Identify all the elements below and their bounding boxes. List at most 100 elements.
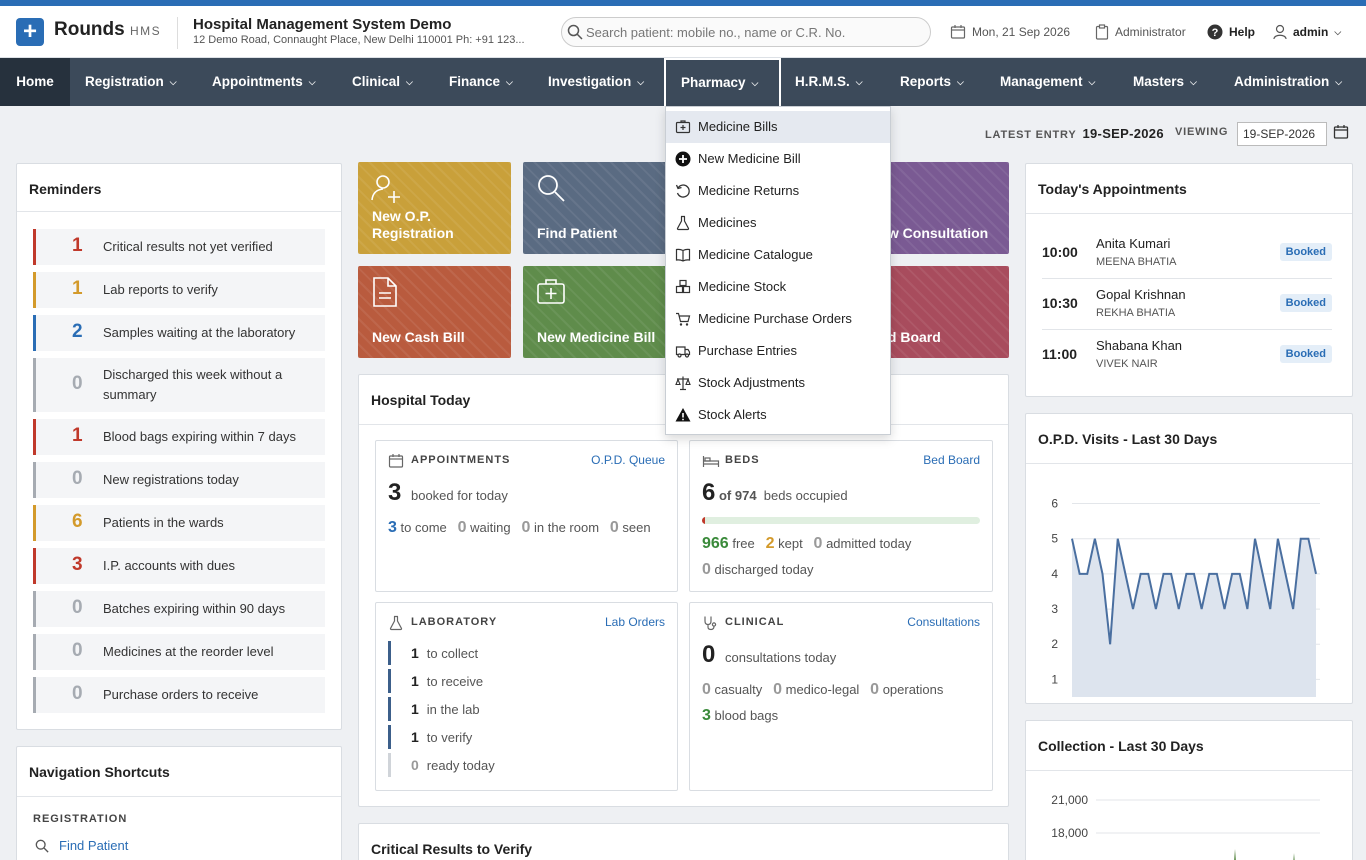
menu-item-new-medicine-bill[interactable]: New Medicine Bill: [666, 143, 890, 175]
reminder-item[interactable]: 1 Lab reports to verify: [33, 272, 325, 308]
header-date: Mon, 21 Sep 2026: [950, 24, 1070, 40]
search-input[interactable]: [586, 23, 916, 41]
user-menu[interactable]: admin ⌵: [1273, 24, 1341, 40]
clinical-breakdown: 0 casualty 0 medico-legal 0 operations: [702, 681, 943, 699]
menu-item-stock-adjustments[interactable]: Stock Adjustments: [666, 367, 890, 399]
main-nav: Home Registration ⌵ Appointments ⌵ Clinica…: [0, 58, 1366, 106]
reminder-item[interactable]: 1 Critical results not yet verified: [33, 229, 325, 265]
header-divider: [177, 17, 178, 49]
menu-item-medicine-stock[interactable]: Medicine Stock: [666, 271, 890, 303]
nav-label: Home: [16, 74, 54, 89]
reminder-item[interactable]: 3 I.P. accounts with dues: [33, 548, 325, 584]
casualty-label: casualty: [714, 682, 763, 697]
lab-label: in the lab: [426, 702, 480, 717]
lab-row[interactable]: 1 to verify: [388, 725, 472, 749]
opd-visits-panel: O.P.D. Visits - Last 30 Days 6 5 4 3 2 1: [1025, 413, 1353, 704]
appointment-row[interactable]: 10:00 Anita Kumari MEENA BHATIA Booked: [1042, 228, 1332, 279]
lab-row[interactable]: 1 to receive: [388, 669, 483, 693]
nav-investigation[interactable]: Investigation ⌵: [548, 58, 644, 106]
lab-row[interactable]: 1 in the lab: [388, 697, 480, 721]
nav-pharmacy[interactable]: Pharmacy ⌵: [664, 58, 781, 106]
reminder-item[interactable]: 0 Batches expiring within 90 days: [33, 591, 325, 627]
nav-home[interactable]: Home: [0, 58, 70, 106]
tile-label: New Medicine Bill: [537, 329, 656, 345]
nav-hrms[interactable]: H.R.M.S. ⌵: [795, 58, 863, 106]
menu-item-label: Stock Alerts: [698, 407, 767, 422]
tile-new-medicine-bill[interactable]: New Medicine Bill: [523, 266, 676, 358]
reminder-count: 0: [72, 640, 83, 661]
brand-name[interactable]: Rounds: [54, 19, 125, 41]
latest-entry-label: LATEST ENTRY: [985, 129, 1077, 141]
menu-item-medicine-returns[interactable]: Medicine Returns: [666, 175, 890, 207]
bed-board-link[interactable]: Bed Board: [923, 453, 980, 467]
in-room-label: in the room: [534, 520, 600, 535]
chevron-down-icon: ⌵: [1335, 77, 1343, 87]
beds-occupied: 6 of 974 beds occupied: [702, 479, 848, 507]
tile-label: Find Patient: [537, 225, 618, 241]
tile-new-op-registration[interactable]: New O.P. Registration: [358, 162, 511, 254]
reminder-item[interactable]: 0 Purchase orders to receive: [33, 677, 325, 713]
tile-find-patient[interactable]: Find Patient: [523, 162, 676, 254]
reminder-item[interactable]: 2 Samples waiting at the laboratory: [33, 315, 325, 351]
appointment-row[interactable]: 11:00 Shabana Khan VIVEK NAIR Booked: [1042, 330, 1332, 381]
menu-item-purchase-entries[interactable]: Purchase Entries: [666, 335, 890, 367]
menu-item-stock-alerts[interactable]: Stock Alerts: [666, 399, 890, 431]
lab-orders-link[interactable]: Lab Orders: [605, 615, 665, 629]
nav-administration[interactable]: Administration ⌵: [1234, 58, 1342, 106]
menu-item-medicines[interactable]: Medicines: [666, 207, 890, 239]
reminder-item[interactable]: 1 Blood bags expiring within 7 days: [33, 419, 325, 455]
reminder-item[interactable]: 0 New registrations today: [33, 462, 325, 498]
nav-clinical[interactable]: Clinical ⌵: [352, 58, 413, 106]
nav-label: Finance: [449, 74, 501, 89]
casualty-count: 0: [702, 681, 711, 698]
panel-title: Today's Appointments: [1038, 181, 1187, 197]
appointment-time: 11:00: [1042, 346, 1078, 362]
reminder-count: 0: [72, 373, 83, 394]
nav-label: Management: [1000, 74, 1083, 89]
blood-bags: 3 blood bags: [702, 707, 778, 725]
undo-icon: [675, 184, 690, 198]
lab-row[interactable]: 0 ready today: [388, 753, 495, 777]
calendar-icon[interactable]: [1333, 124, 1349, 140]
menu-item-purchase-orders[interactable]: Medicine Purchase Orders: [666, 303, 890, 335]
tile-new-cash-bill[interactable]: New Cash Bill: [358, 266, 511, 358]
chevron-down-icon: ⌵: [506, 77, 513, 87]
lab-row[interactable]: 1 to collect: [388, 641, 478, 665]
in-room-count: 0: [521, 519, 531, 536]
viewing-date-input[interactable]: 19-SEP-2026: [1237, 122, 1327, 146]
nav-finance[interactable]: Finance ⌵: [449, 58, 513, 106]
logo-icon[interactable]: +: [16, 18, 44, 46]
menu-item-label: Medicines: [698, 215, 757, 230]
reminder-text: Lab reports to verify: [103, 282, 218, 297]
reminder-item[interactable]: 6 Patients in the wards: [33, 505, 325, 541]
box-title: CLINICAL: [725, 616, 785, 628]
hospital-address: 12 Demo Road, Connaught Place, New Delhi…: [193, 34, 525, 46]
consultations-count: 0: [702, 641, 716, 668]
nav-management[interactable]: Management ⌵: [1000, 58, 1095, 106]
reminder-text: Samples waiting at the laboratory: [103, 325, 296, 340]
menu-item-medicine-bills[interactable]: Medicine Bills: [666, 111, 890, 143]
user-icon: [1273, 24, 1287, 40]
consultations-link[interactable]: Consultations: [907, 615, 980, 629]
opd-queue-link[interactable]: O.P.D. Queue: [591, 453, 665, 467]
nav-reports[interactable]: Reports ⌵: [900, 58, 964, 106]
menu-item-label: Medicine Purchase Orders: [698, 311, 852, 326]
lab-label: to collect: [426, 646, 479, 661]
patient-search[interactable]: [561, 17, 931, 47]
medico-legal-label: medico-legal: [785, 682, 860, 697]
nav-appointments[interactable]: Appointments ⌵: [212, 58, 316, 106]
appointment-row[interactable]: 10:30 Gopal Krishnan REKHA BHATIA Booked: [1042, 279, 1332, 330]
y-tick-label: 5: [1051, 532, 1058, 546]
shortcut-find-patient[interactable]: Find Patient: [35, 838, 128, 853]
nav-masters[interactable]: Masters ⌵: [1133, 58, 1197, 106]
reminder-item[interactable]: 0 Medicines at the reorder level: [33, 634, 325, 670]
menu-item-medicine-catalogue[interactable]: Medicine Catalogue: [666, 239, 890, 271]
discharged-count: 0: [702, 561, 711, 578]
todays-appointments-panel: Today's Appointments 10:00 Anita Kumari ME…: [1025, 163, 1353, 397]
header-role: Administrator: [1095, 24, 1186, 40]
nav-registration[interactable]: Registration ⌵: [85, 58, 177, 106]
help-link[interactable]: ? Help: [1207, 24, 1255, 40]
reminder-item[interactable]: 0 Discharged this week without a summary: [33, 358, 325, 412]
current-date: Mon, 21 Sep 2026: [972, 25, 1071, 39]
hospital-name: Hospital Management System Demo: [193, 16, 452, 33]
